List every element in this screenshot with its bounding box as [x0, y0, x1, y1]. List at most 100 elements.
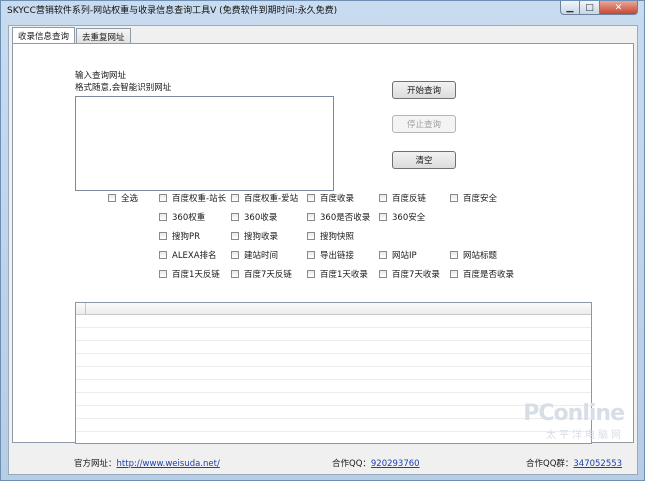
footer-group-link[interactable]: 347052553	[573, 459, 622, 469]
checkbox-box	[108, 194, 116, 202]
minimize-button[interactable]: ▁	[560, 1, 580, 15]
app-window: SKYCC营销软件系列-网站权重与收录信息查询工具V (免费软件到期时间:永久免…	[0, 0, 645, 481]
footer-site-link[interactable]: http://www.weisuda.net/	[117, 459, 220, 469]
footer-group: 合作QQ群：347052553	[526, 457, 622, 469]
format-hint: 格式随意,会智能识别网址	[75, 83, 172, 93]
checkbox-label: 搜狗PR	[172, 232, 201, 242]
grid-header	[76, 303, 591, 315]
grid-row	[76, 393, 591, 406]
checkbox-box	[231, 251, 239, 259]
url-input-label: 输入查询网址	[75, 71, 127, 81]
checkbox-sogou-pr[interactable]: 搜狗PR	[159, 230, 200, 242]
window-controls: ▁ □ ✕	[560, 1, 638, 15]
checkbox-box	[159, 232, 167, 240]
checkbox-label: 百度是否收录	[463, 270, 515, 280]
checkbox-box	[231, 270, 239, 278]
checkbox-label: 百度7天收录	[392, 270, 440, 280]
maximize-icon: □	[585, 2, 594, 13]
grid-row	[76, 406, 591, 419]
checkbox-baidu-backlinks[interactable]: 百度反链	[379, 192, 426, 204]
checkbox-baidu-1d-index[interactable]: 百度1天收录	[307, 268, 368, 280]
checkbox-label: 百度7天反链	[244, 270, 292, 280]
checkbox-360-security[interactable]: 360安全	[379, 211, 425, 223]
checkbox-baidu-index[interactable]: 百度收录	[307, 192, 354, 204]
checkbox-box	[159, 251, 167, 259]
checkbox-alexa-rank[interactable]: ALEXA排名	[159, 249, 217, 261]
clear-button[interactable]: 清空	[392, 151, 456, 169]
checkbox-label: ALEXA排名	[172, 251, 217, 261]
footer-site-label: 官方网址：	[74, 459, 117, 469]
results-grid[interactable]	[75, 302, 592, 444]
checkbox-outbound-links[interactable]: 导出链接	[307, 249, 354, 261]
tab-panel: 输入查询网址 格式随意,会智能识别网址 开始查询 停止查询 清空 全选 百度权重…	[12, 43, 634, 444]
grid-row	[76, 341, 591, 354]
checkbox-label: 百度1天收录	[320, 270, 368, 280]
checkbox-label: 网站IP	[392, 251, 417, 261]
footer-qq-link[interactable]: 920293760	[371, 459, 420, 469]
footer-group-label: 合作QQ群：	[526, 459, 574, 469]
footer-qq: 合作QQ：920293760	[332, 457, 420, 469]
checkbox-box	[379, 213, 387, 221]
grid-row	[76, 367, 591, 380]
checkbox-baidu-weight-az[interactable]: 百度权重-爱站	[231, 192, 298, 204]
checkbox-sogou-snapshot[interactable]: 搜狗快照	[307, 230, 354, 242]
checkbox-label: 网站标题	[463, 251, 498, 261]
checkbox-box	[231, 213, 239, 221]
checkbox-box	[450, 194, 458, 202]
grid-row	[76, 354, 591, 367]
checkbox-site-title[interactable]: 网站标题	[450, 249, 497, 261]
checkbox-sogou-index[interactable]: 搜狗收录	[231, 230, 278, 242]
checkbox-label: 百度反链	[392, 194, 427, 204]
tab-strip: 收录信息查询 去重复网址	[12, 27, 132, 44]
close-icon: ✕	[614, 2, 623, 13]
checkbox-baidu-security[interactable]: 百度安全	[450, 192, 497, 204]
client-area: 收录信息查询 去重复网址 输入查询网址 格式随意,会智能识别网址 开始查询 停止…	[8, 25, 638, 475]
stop-query-button[interactable]: 停止查询	[392, 115, 456, 133]
footer-qq-label: 合作QQ：	[332, 459, 371, 469]
checkbox-site-age[interactable]: 建站时间	[231, 249, 278, 261]
maximize-button[interactable]: □	[580, 1, 600, 15]
checkbox-select-all[interactable]: 全选	[108, 192, 138, 204]
grid-row	[76, 328, 591, 341]
checkbox-site-ip[interactable]: 网站IP	[379, 249, 417, 261]
tab-dedupe-urls[interactable]: 去重复网址	[76, 28, 131, 43]
checkbox-label: 百度权重-爱站	[244, 194, 299, 204]
grid-corner	[76, 303, 86, 314]
checkbox-box	[231, 194, 239, 202]
checkbox-baidu-7d-index[interactable]: 百度7天收录	[379, 268, 440, 280]
close-button[interactable]: ✕	[600, 1, 638, 15]
footer-site: 官方网址：http://www.weisuda.net/	[74, 457, 220, 469]
checkbox-baidu-is-indexed[interactable]: 百度是否收录	[450, 268, 514, 280]
start-query-button[interactable]: 开始查询	[392, 81, 456, 99]
checkbox-box	[307, 270, 315, 278]
checkbox-baidu-weight-zz[interactable]: 百度权重-站长	[159, 192, 226, 204]
checkbox-box	[379, 194, 387, 202]
checkbox-label: 全选	[121, 194, 139, 204]
url-textarea[interactable]	[75, 96, 334, 191]
checkbox-box	[231, 232, 239, 240]
checkbox-baidu-1d-backlinks[interactable]: 百度1天反链	[159, 268, 220, 280]
checkbox-box	[159, 213, 167, 221]
checkbox-box	[307, 232, 315, 240]
checkbox-360-weight[interactable]: 360权重	[159, 211, 205, 223]
checkbox-label: 百度权重-站长	[172, 194, 227, 204]
checkbox-360-is-indexed[interactable]: 360是否收录	[307, 211, 370, 223]
checkbox-box	[450, 270, 458, 278]
checkbox-label: 搜狗收录	[244, 232, 279, 242]
checkbox-label: 百度1天反链	[172, 270, 220, 280]
checkbox-box	[379, 270, 387, 278]
grid-row	[76, 315, 591, 328]
checkbox-label: 360权重	[172, 213, 206, 223]
checkbox-label: 建站时间	[244, 251, 279, 261]
checkbox-baidu-7d-backlinks[interactable]: 百度7天反链	[231, 268, 292, 280]
grid-row	[76, 419, 591, 432]
checkbox-360-index[interactable]: 360收录	[231, 211, 277, 223]
window-title: SKYCC营销软件系列-网站权重与收录信息查询工具V (免费软件到期时间:永久免…	[7, 6, 338, 16]
minimize-icon: ▁	[566, 2, 574, 13]
checkbox-box	[379, 251, 387, 259]
checkbox-label: 360收录	[244, 213, 278, 223]
title-bar[interactable]: SKYCC营销软件系列-网站权重与收录信息查询工具V (免费软件到期时间:永久免…	[1, 1, 644, 17]
tab-index-query[interactable]: 收录信息查询	[12, 27, 76, 43]
checkbox-box	[307, 213, 315, 221]
checkbox-box	[159, 270, 167, 278]
